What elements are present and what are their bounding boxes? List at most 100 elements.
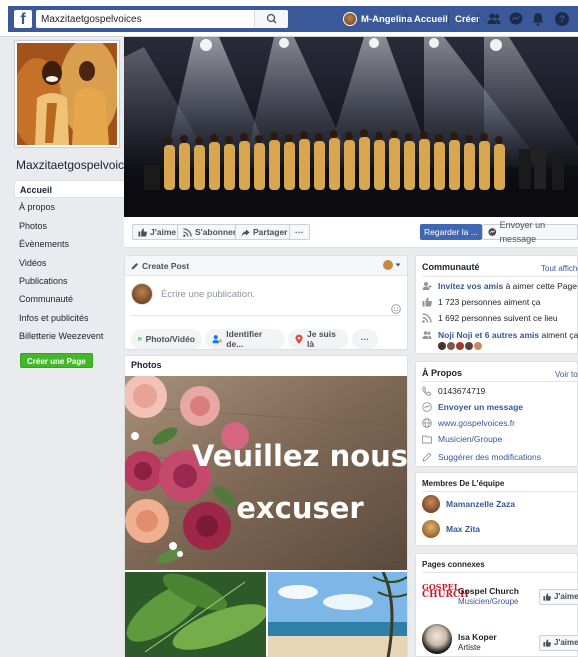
photos-title[interactable]: Photos xyxy=(131,360,162,370)
nav-item-home[interactable]: Accueil xyxy=(14,180,126,199)
create-link[interactable]: Créer xyxy=(455,6,480,32)
friend-avatar[interactable] xyxy=(456,342,464,350)
friend-avatar[interactable] xyxy=(474,342,482,350)
send-message-link[interactable]: Envoyer un message xyxy=(438,402,523,412)
isa-koper-avatar[interactable] xyxy=(422,624,452,654)
create-post-header: Create Post xyxy=(125,256,407,276)
about-see-all[interactable]: Voir tout xyxy=(555,370,578,379)
search-button[interactable] xyxy=(254,10,288,28)
friend-avatar[interactable] xyxy=(438,342,446,350)
search-icon xyxy=(266,13,277,24)
emoji-icon[interactable] xyxy=(391,304,401,314)
page-avatar xyxy=(383,260,393,270)
divider xyxy=(131,315,401,316)
thumbs-up-icon xyxy=(422,297,432,307)
profile-link[interactable]: M-Angelina xyxy=(343,6,412,32)
facebook-logo[interactable]: f xyxy=(14,10,32,28)
related-page-category: Artiste xyxy=(458,643,481,652)
pencil-icon xyxy=(422,452,432,462)
checkin-button[interactable]: Je suis là xyxy=(288,329,348,349)
friends-icon[interactable] xyxy=(486,11,502,27)
friends-like-link[interactable]: Noji Noji et 6 autres amis xyxy=(438,330,539,340)
logo-text-church: CHURCH xyxy=(422,590,469,600)
related-like-button[interactable]: J'aime xyxy=(539,635,578,651)
friends-icon xyxy=(422,331,432,339)
likes-count: 1 723 personnes aiment ça xyxy=(438,297,541,307)
category-link[interactable]: Musicien/Groupe xyxy=(438,434,502,444)
page-name[interactable]: Maxzitaetgospelvoices xyxy=(16,158,137,172)
send-message-label: Envoyer un message xyxy=(499,220,546,244)
home-link[interactable]: Accueil xyxy=(414,6,448,32)
photos-card: Photos Veuillez nous excuser xyxy=(124,355,408,657)
related-page-name[interactable]: Isa Koper xyxy=(458,632,497,642)
divider xyxy=(422,276,577,277)
tag-friends-label: Identifier de... xyxy=(226,329,263,349)
community-title[interactable]: Communauté xyxy=(422,262,480,272)
tag-friends-button[interactable]: Identifier de... xyxy=(205,329,285,349)
photo-video-button[interactable]: Photo/Vidéo xyxy=(131,329,202,349)
photo-thumb-beach[interactable] xyxy=(268,572,407,657)
member-name[interactable]: Max Zita xyxy=(446,524,480,534)
likes-row: 1 723 personnes aiment ça xyxy=(422,297,541,307)
user-avatar xyxy=(131,283,153,305)
divider xyxy=(422,381,577,382)
search-input[interactable] xyxy=(36,11,256,27)
search-box xyxy=(36,10,288,28)
follow-button[interactable]: S'abonner xyxy=(177,224,243,240)
website-row: www.gospelvoices.fr xyxy=(422,418,515,428)
about-title[interactable]: À Propos xyxy=(422,368,462,378)
related-like-button[interactable]: J'aime xyxy=(539,589,578,605)
post-as-selector[interactable] xyxy=(383,260,401,270)
friends-like-row: Noji Noji et 6 autres amis aiment ça xyxy=(422,330,578,340)
friend-avatars xyxy=(438,342,482,350)
member-name[interactable]: Mamanzelle Zaza xyxy=(446,499,515,509)
related-page-category: Musicien/Groupe xyxy=(458,597,519,606)
more-actions-button[interactable]: ··· xyxy=(289,224,310,240)
share-button[interactable]: Partager xyxy=(235,224,294,240)
more-post-options[interactable]: ··· xyxy=(352,329,378,349)
friends-like-rest: aiment ça xyxy=(541,330,578,340)
watch-button[interactable]: Regarder la ... xyxy=(420,224,482,240)
messenger-icon[interactable] xyxy=(508,11,524,27)
related-page-name[interactable]: Gospel Church xyxy=(458,586,519,596)
phone-number: 0143674719 xyxy=(438,386,486,396)
community-see-all[interactable]: Tout afficher xyxy=(541,264,578,273)
invite-friends-link[interactable]: Invitez vos amis xyxy=(438,281,503,291)
profile-picture[interactable] xyxy=(14,40,120,148)
nav-item-community[interactable]: Communauté xyxy=(14,290,126,308)
friend-avatar[interactable] xyxy=(465,342,473,350)
notifications-icon[interactable] xyxy=(530,11,546,27)
like-page-button[interactable]: J'aime xyxy=(132,224,183,240)
nav-item-events[interactable]: Évènements xyxy=(14,235,126,253)
member-avatar xyxy=(422,520,440,538)
member-avatar xyxy=(422,495,440,513)
photo-thumb-plant[interactable] xyxy=(125,572,266,657)
share-icon xyxy=(241,228,250,237)
friend-avatar[interactable] xyxy=(447,342,455,350)
create-page-button[interactable]: Créer une Page xyxy=(20,353,93,368)
divider xyxy=(422,491,577,492)
rss-icon xyxy=(183,227,192,237)
photo-main[interactable]: Veuillez nous excuser xyxy=(125,376,407,570)
team-member-row[interactable]: Max Zita xyxy=(422,520,480,538)
messenger-icon xyxy=(422,402,432,412)
website-link[interactable]: www.gospelvoices.fr xyxy=(438,418,515,428)
user-avatar xyxy=(343,12,357,26)
nav-item-ticketing[interactable]: Billetterie Weezevent xyxy=(14,327,126,345)
cover-photo[interactable] xyxy=(124,37,578,217)
team-member-row[interactable]: Mamanzelle Zaza xyxy=(422,495,515,513)
photo-text-line2: excuser xyxy=(236,491,364,525)
nav-item-photos[interactable]: Photos xyxy=(14,217,126,235)
nav-item-about[interactable]: À propos xyxy=(14,198,126,216)
suggest-edits-link[interactable]: Suggérer des modifications xyxy=(438,452,541,462)
help-icon[interactable]: ? xyxy=(554,11,570,27)
post-composer-input[interactable]: Écrire une publication. xyxy=(161,289,255,300)
related-pages-title: Pages connexes xyxy=(422,560,485,569)
nav-item-info-ads[interactable]: Infos et publicités xyxy=(14,309,126,327)
follow-label: S'abonner xyxy=(195,227,237,237)
gospel-church-logo[interactable]: GOSPEL CHURCH xyxy=(422,579,469,609)
nav-item-videos[interactable]: Vidéos xyxy=(14,254,126,272)
nav-item-posts[interactable]: Publications xyxy=(14,272,126,290)
send-message-button[interactable]: Envoyer un message xyxy=(482,220,578,244)
top-bar: f M-Angelina Accueil Créer ? xyxy=(0,0,578,37)
